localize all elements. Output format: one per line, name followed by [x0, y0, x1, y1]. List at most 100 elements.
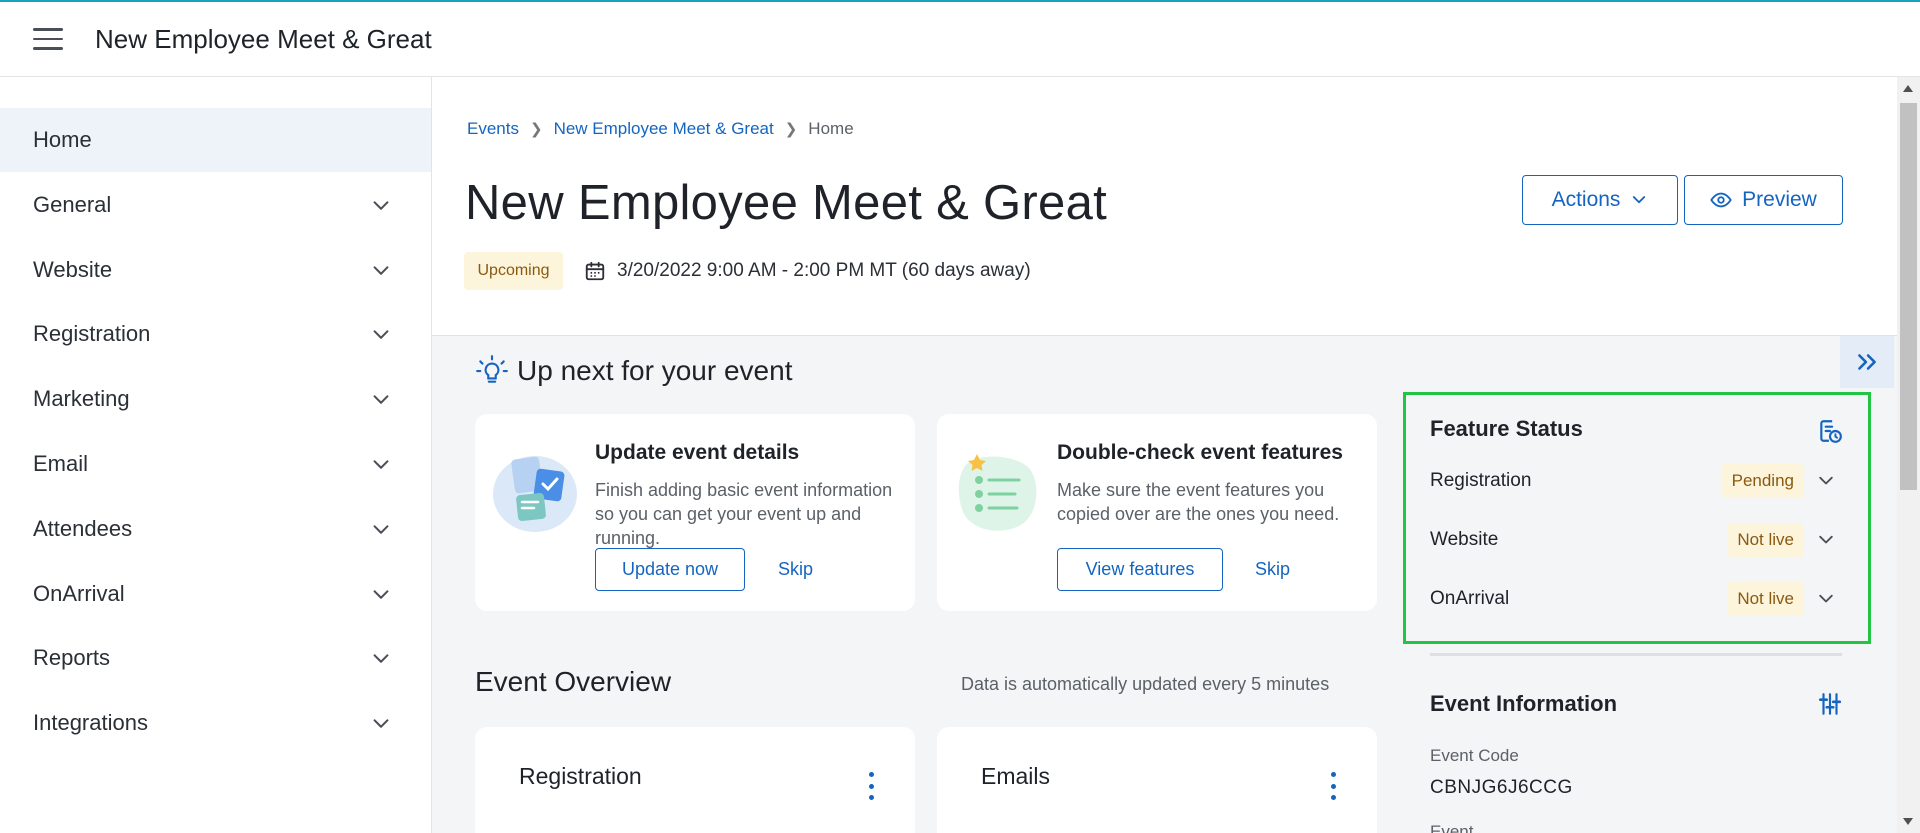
sidebar: Home General Website Registration Market…: [0, 77, 432, 833]
skip-link[interactable]: Skip: [778, 559, 813, 580]
feature-status-title: Feature Status: [1430, 416, 1583, 441]
sliders-icon[interactable]: [1817, 691, 1843, 717]
sidebar-item-general[interactable]: General: [0, 173, 431, 237]
chevron-down-icon: [373, 330, 389, 339]
chevron-down-icon: [373, 266, 389, 275]
event-date-range: 3/20/2022 9:00 AM - 2:00 PM MT (60 days …: [617, 260, 1031, 281]
sidebar-item-label: Registration: [33, 321, 151, 346]
double-chevron-right-icon: [1858, 354, 1876, 370]
view-features-button[interactable]: View features: [1057, 548, 1223, 591]
feature-row-website[interactable]: Website Not live: [1430, 520, 1840, 560]
overview-card-emails: Emails: [937, 727, 1377, 833]
menu-icon[interactable]: [33, 28, 63, 50]
chevron-right-icon: ❯: [529, 121, 543, 138]
sidebar-item-email[interactable]: Email: [0, 432, 431, 496]
scroll-down-arrow-icon[interactable]: [1903, 818, 1913, 825]
chevron-down-icon: [373, 395, 389, 404]
checklist-illustration-icon: [958, 454, 1037, 531]
chevron-down-icon: [373, 460, 389, 469]
sidebar-item-label: Website: [33, 257, 113, 282]
document-clock-icon[interactable]: [1817, 418, 1843, 444]
chevron-right-icon: ❯: [784, 121, 798, 138]
sidebar-item-integrations[interactable]: Integrations: [0, 691, 431, 755]
task-card-check-features: Double-check event features Make sure th…: [937, 414, 1377, 611]
more-options-icon[interactable]: [1329, 772, 1337, 800]
chevron-down-icon: [1819, 476, 1833, 485]
sidebar-item-label: Marketing: [33, 386, 130, 411]
sidebar-item-attendees[interactable]: Attendees: [0, 497, 431, 561]
chevron-down-icon: [373, 654, 389, 663]
lightbulb-icon: [476, 355, 508, 383]
sidebar-item-home[interactable]: Home: [0, 108, 431, 172]
sidebar-item-reports[interactable]: Reports: [0, 626, 431, 690]
update-now-button[interactable]: Update now: [595, 548, 745, 591]
sidebar-item-label: Attendees: [33, 516, 133, 541]
task-card-description: Finish adding basic event information so…: [595, 480, 893, 548]
event-header: Events ❯ New Employee Meet & Great ❯ Hom…: [432, 77, 1897, 336]
status-badge: Upcoming: [464, 252, 563, 290]
status-badge: Not live: [1727, 523, 1804, 557]
task-card-title: Update event details: [595, 441, 800, 464]
overview-card-registration: Registration: [475, 727, 915, 833]
chevron-down-icon: [373, 590, 389, 599]
app-title: New Employee Meet & Great: [95, 23, 432, 54]
sidebar-item-label: General: [33, 192, 112, 217]
breadcrumb-current: Home: [808, 119, 854, 138]
task-card-title: Double-check event features: [1057, 441, 1343, 464]
sidebar-item-website[interactable]: Website: [0, 238, 431, 302]
sidebar-item-registration[interactable]: Registration: [0, 302, 431, 366]
actions-button-label: Actions: [1551, 188, 1621, 211]
overview-note: Data is automatically updated every 5 mi…: [961, 674, 1330, 694]
event-info-next-label: Event Format: [1430, 822, 1474, 833]
overview-title: Event Overview: [475, 666, 672, 697]
sidebar-item-label: Integrations: [33, 710, 148, 735]
documents-illustration-icon: [493, 456, 577, 532]
collapse-panel-button[interactable]: [1840, 336, 1894, 388]
chevron-down-icon: [1819, 594, 1833, 603]
chevron-down-icon: [373, 719, 389, 728]
breadcrumb-link-event[interactable]: New Employee Meet & Great: [554, 119, 774, 139]
scroll-thumb[interactable]: [1900, 103, 1917, 490]
sidebar-item-onarrival[interactable]: OnArrival: [0, 562, 431, 626]
sidebar-item-label: Email: [33, 451, 89, 476]
event-code-label: Event Code: [1430, 746, 1519, 765]
sidebar-item-label: Reports: [33, 645, 111, 670]
feature-status-panel: Feature Status Registration Pending Webs…: [1403, 392, 1871, 644]
sidebar-item-label: OnArrival: [33, 581, 125, 606]
breadcrumb: Events ❯ New Employee Meet & Great ❯ Hom…: [467, 119, 854, 139]
feature-row-onarrival[interactable]: OnArrival Not live: [1430, 579, 1840, 619]
eye-icon: [1710, 192, 1732, 208]
overview-card-title: Emails: [981, 763, 1051, 789]
chevron-down-icon: [373, 201, 389, 210]
event-info-title: Event Information: [1430, 691, 1618, 716]
page-scrollbar[interactable]: [1897, 77, 1920, 833]
chevron-down-icon: [1633, 196, 1646, 204]
more-options-icon[interactable]: [867, 772, 875, 800]
chevron-down-icon: [373, 525, 389, 534]
feature-row-registration[interactable]: Registration Pending: [1430, 461, 1840, 501]
task-card-description: Make sure the event features you copied …: [1057, 480, 1340, 524]
status-badge: Pending: [1721, 464, 1804, 498]
sidebar-item-label: Home: [33, 127, 92, 152]
page-title: New Employee Meet & Great: [465, 176, 1108, 230]
feature-label: Website: [1430, 529, 1499, 550]
up-next-title: Up next for your event: [517, 355, 793, 386]
skip-link[interactable]: Skip: [1255, 559, 1290, 580]
chevron-down-icon: [1819, 535, 1833, 544]
overview-card-title: Registration: [519, 763, 642, 789]
sidebar-item-marketing[interactable]: Marketing: [0, 367, 431, 431]
task-card-update-details: Update event details Finish adding basic…: [475, 414, 915, 611]
event-code-value: CBNJG6J6CCG: [1430, 777, 1573, 798]
preview-button-label: Preview: [1742, 188, 1817, 211]
actions-button[interactable]: Actions: [1522, 175, 1678, 225]
breadcrumb-link-events[interactable]: Events: [467, 119, 519, 139]
feature-label: OnArrival: [1430, 588, 1510, 609]
top-bar: New Employee Meet & Great: [0, 0, 1920, 77]
panel-divider: [1430, 653, 1842, 656]
scroll-up-arrow-icon[interactable]: [1903, 85, 1913, 92]
preview-button[interactable]: Preview: [1684, 175, 1843, 225]
feature-label: Registration: [1430, 470, 1532, 491]
status-badge: Not live: [1727, 582, 1804, 616]
up-next-heading: Up next for your event: [475, 354, 792, 388]
calendar-icon: [585, 261, 605, 281]
